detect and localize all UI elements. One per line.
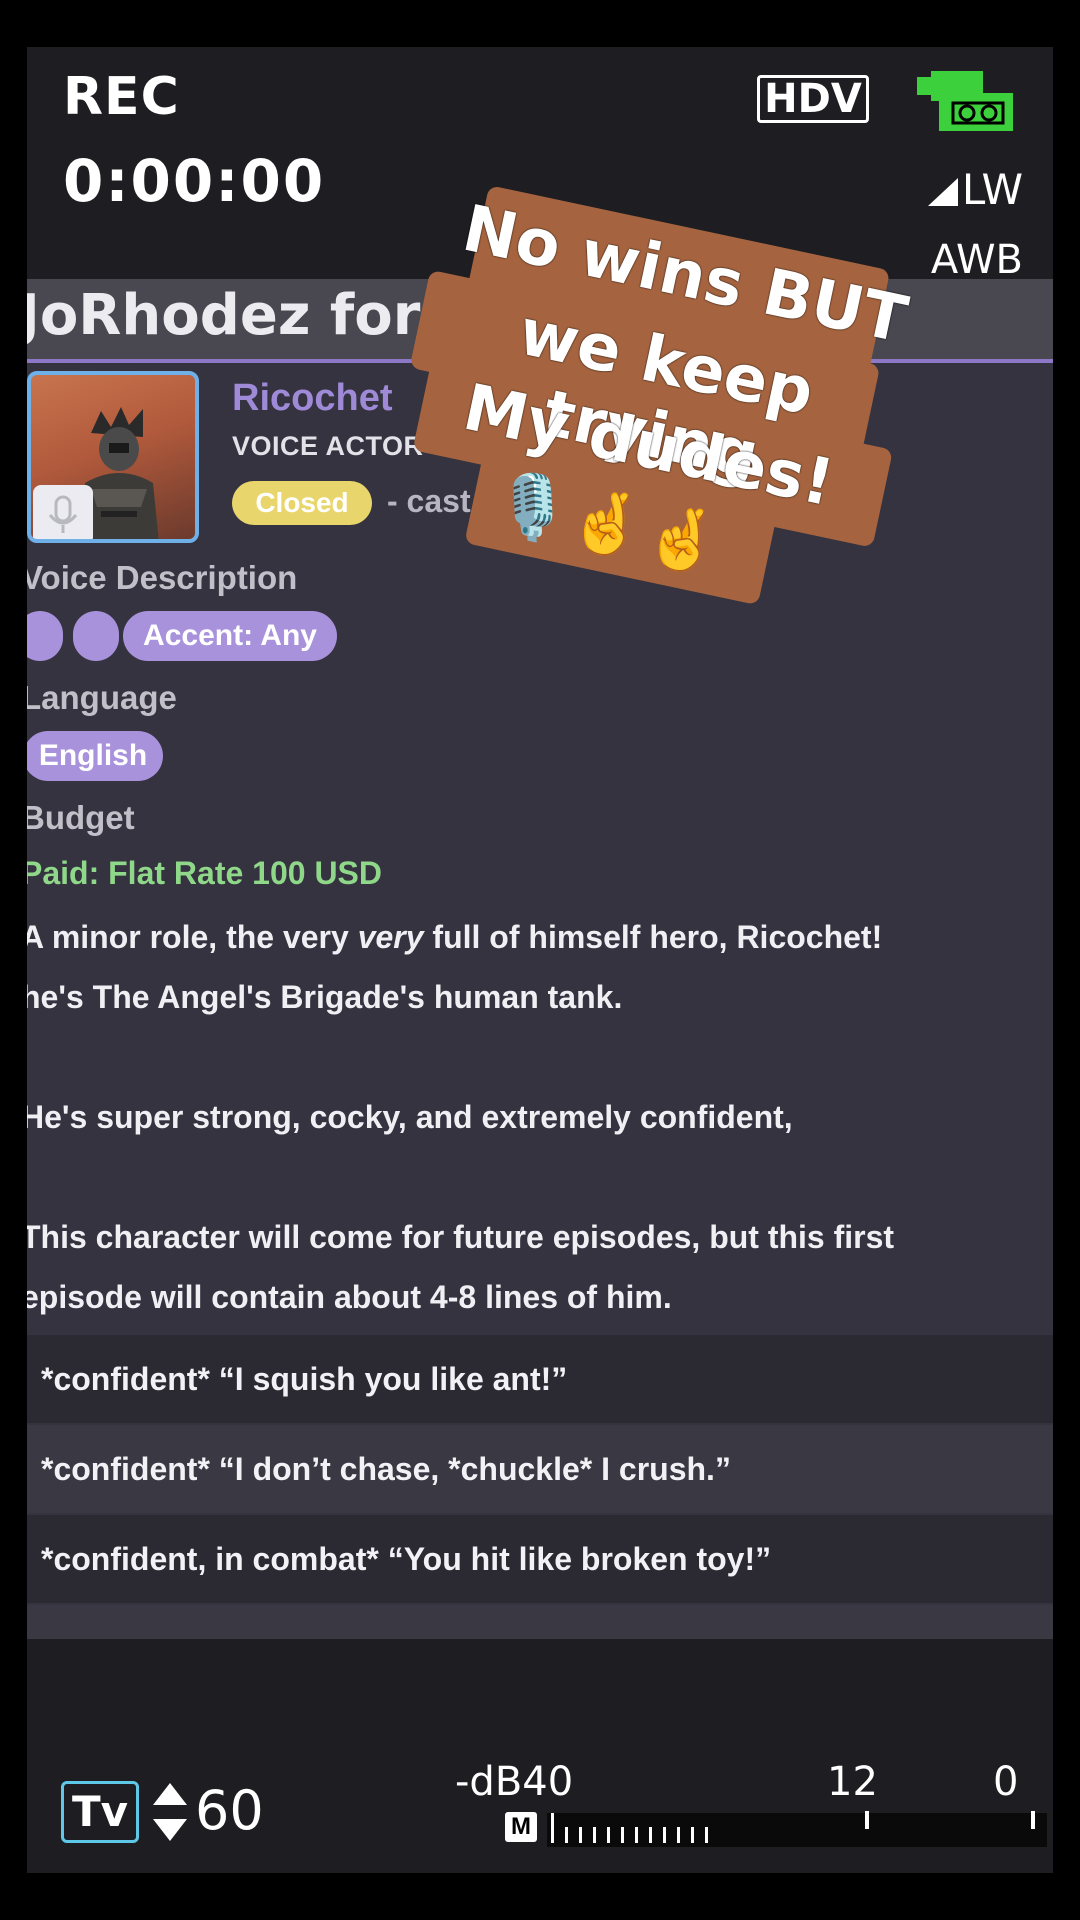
sample-line-row: *confident* “I don’t chase, *chuckle* I … bbox=[27, 1425, 1053, 1513]
meter-tick bbox=[635, 1827, 638, 1843]
avatar[interactable] bbox=[27, 371, 199, 543]
description-text: A minor role, the very bbox=[27, 919, 358, 955]
meter-tick bbox=[691, 1827, 694, 1843]
signal-icon bbox=[927, 178, 958, 206]
rec-indicator: REC bbox=[63, 67, 180, 127]
accent-chip: Accent: Any bbox=[123, 611, 337, 661]
timecode: 0:00:00 bbox=[63, 147, 326, 215]
up-down-arrow-icon bbox=[153, 1783, 187, 1841]
sample-line-row bbox=[27, 1605, 1053, 1639]
white-balance-indicator: AWB bbox=[930, 237, 1023, 283]
meter-tick bbox=[649, 1827, 652, 1843]
role-description-line: he's The Angel's Brigade's human tank. bbox=[27, 979, 623, 1015]
meter-tick bbox=[677, 1827, 680, 1843]
audio-mode-badge: M bbox=[505, 1812, 537, 1842]
camera-viewfinder: REC 0:00:00 HDV LW AWB JoRhodez for Rico… bbox=[27, 47, 1053, 1873]
quality-label: LW bbox=[961, 165, 1023, 214]
meter-tick bbox=[565, 1827, 568, 1843]
microphone-badge bbox=[33, 485, 93, 539]
budget-label: Budget bbox=[27, 799, 135, 836]
audio-scale-mark: 0 bbox=[993, 1759, 1019, 1805]
meter-tick bbox=[579, 1827, 582, 1843]
audio-level-label: -dB40 bbox=[455, 1759, 574, 1805]
tape-camera-icon bbox=[917, 71, 1013, 131]
quality-indicator: LW bbox=[927, 165, 1023, 214]
microphone-icon bbox=[48, 495, 78, 533]
budget-value: Paid: Flat Rate 100 USD bbox=[27, 855, 382, 891]
meter-tick bbox=[663, 1827, 666, 1843]
description-emphasis: very bbox=[357, 919, 424, 955]
role-description-line: episode will contain about 4-8 lines of … bbox=[27, 1279, 672, 1315]
language-chip: English bbox=[27, 731, 163, 781]
audio-meter bbox=[547, 1811, 1047, 1847]
format-badge: HDV bbox=[757, 75, 869, 123]
voice-description-label: Voice Description bbox=[27, 559, 298, 596]
role-description-line: He's super strong, cocky, and extremely … bbox=[27, 1099, 793, 1135]
meter-tick bbox=[607, 1827, 610, 1843]
role-name-link[interactable]: Ricochet bbox=[232, 377, 392, 420]
audio-scale-mark: 12 bbox=[827, 1759, 878, 1805]
meter-tick bbox=[593, 1827, 596, 1843]
description-text: full of himself hero, Ricochet! bbox=[423, 919, 883, 955]
voice-tag-chip bbox=[27, 611, 63, 661]
sample-line-row: *confident* “I squish you like ant!” bbox=[27, 1335, 1053, 1423]
status-badge: Closed bbox=[232, 481, 372, 525]
meter-tick bbox=[551, 1813, 554, 1843]
meter-tick bbox=[705, 1827, 708, 1843]
role-description-line: A minor role, the very very full of hims… bbox=[27, 919, 882, 956]
role-description-line: This character will come for future epis… bbox=[27, 1219, 895, 1255]
language-label: Language bbox=[27, 679, 177, 716]
voice-tag-chip bbox=[73, 611, 119, 661]
tv-mode-badge: Tv bbox=[61, 1781, 139, 1843]
meter-tick bbox=[621, 1827, 624, 1843]
sample-line-row: *confident, in combat* “You hit like bro… bbox=[27, 1515, 1053, 1603]
shutter-value: 60 bbox=[195, 1779, 264, 1842]
